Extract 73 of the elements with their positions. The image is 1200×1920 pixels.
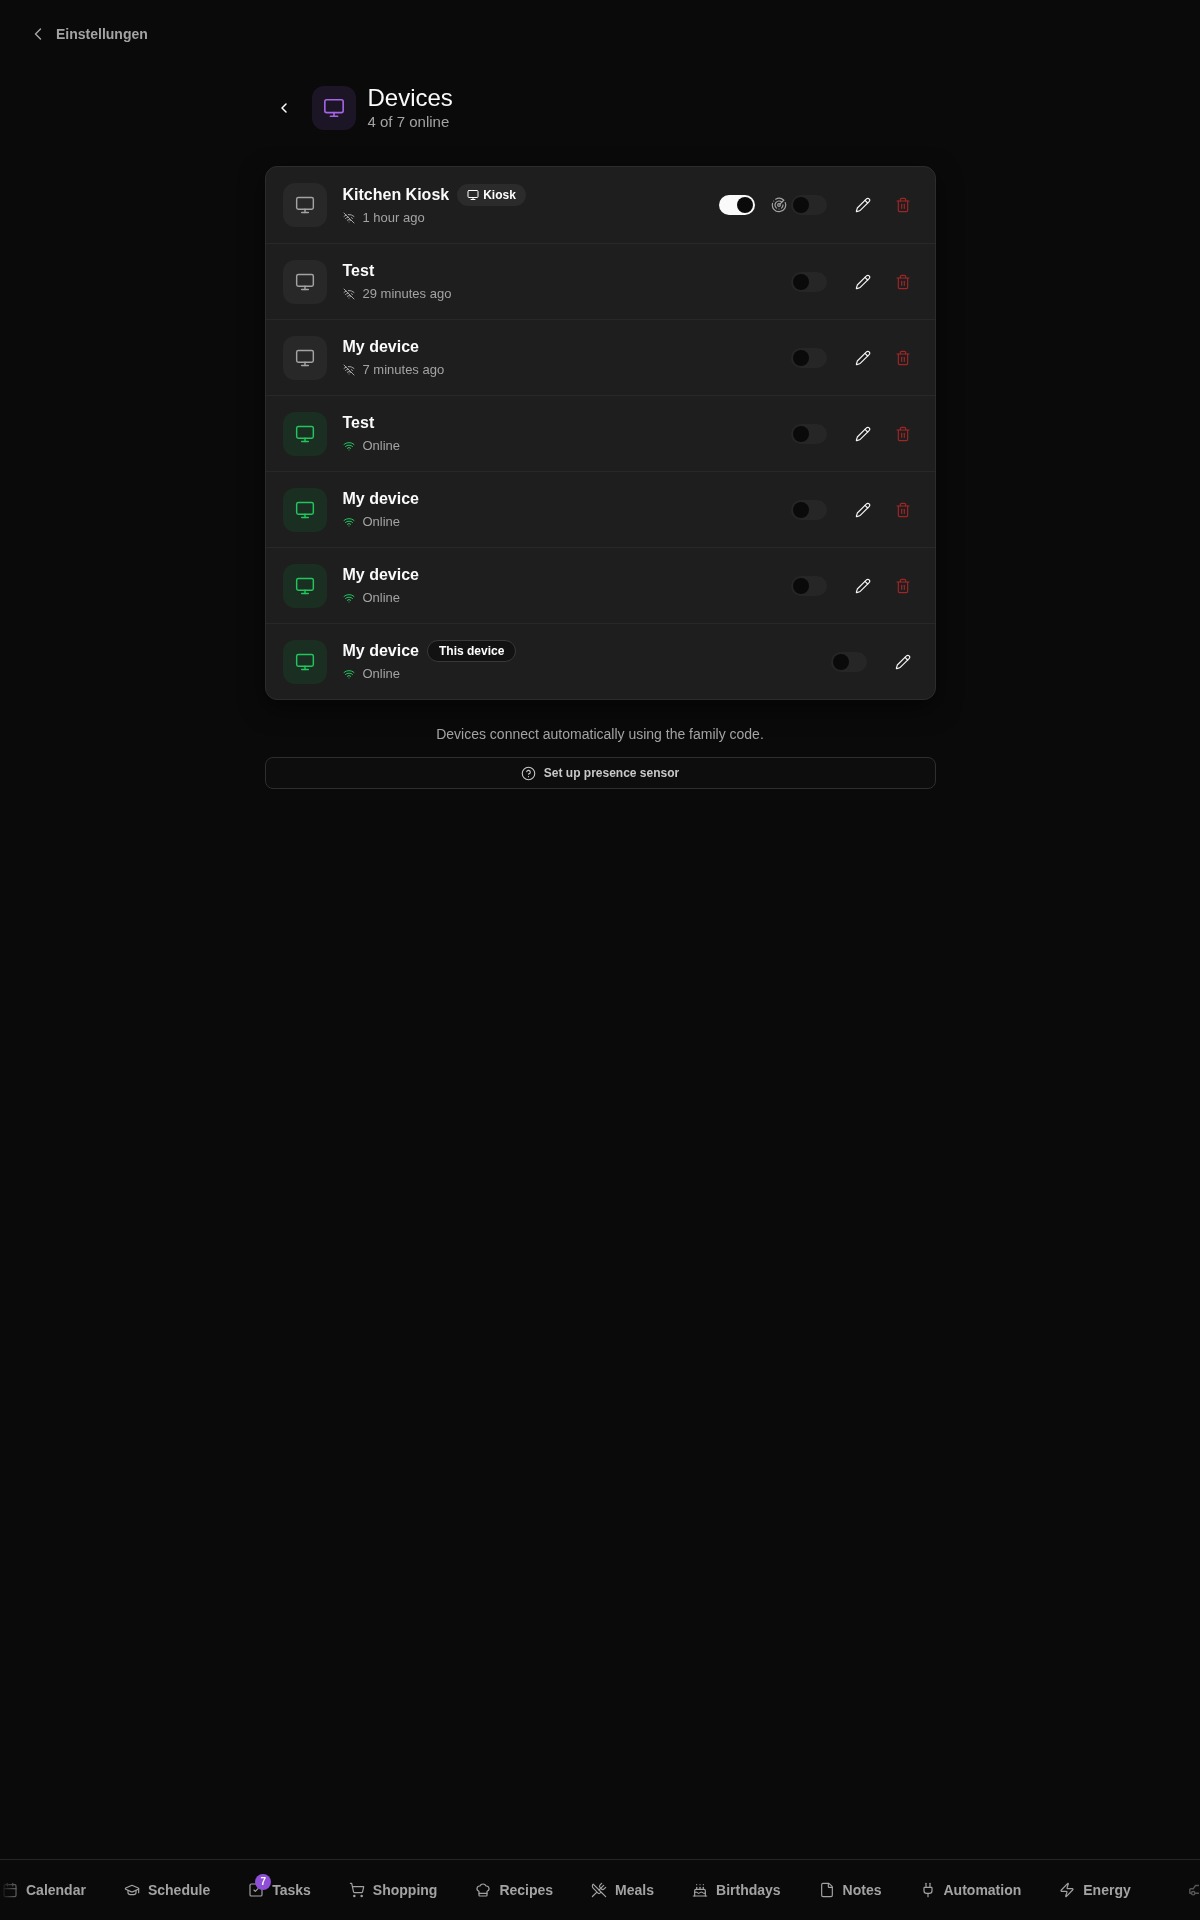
device-status: Online bbox=[362, 437, 401, 455]
nav-item[interactable]: Recipes bbox=[475, 1874, 554, 1906]
wifi-icon bbox=[342, 668, 355, 680]
device-name: My device bbox=[342, 641, 419, 661]
tag-label: Kiosk bbox=[483, 186, 516, 203]
crossed-utensils-icon bbox=[591, 1882, 608, 1898]
wifi-off-icon bbox=[342, 364, 355, 376]
device-status: Online bbox=[362, 665, 401, 683]
monitor-icon bbox=[311, 86, 356, 130]
device-name: My device bbox=[342, 565, 419, 585]
nav-item[interactable]: Notes bbox=[818, 1874, 882, 1906]
car-icon bbox=[1189, 1883, 1199, 1897]
wifi-icon bbox=[342, 516, 355, 528]
nav-item[interactable]: Birthdays bbox=[692, 1874, 781, 1906]
toggle-switch[interactable] bbox=[790, 423, 827, 444]
device-name: My device bbox=[342, 489, 419, 509]
back-link[interactable]: Einstellungen bbox=[28, 20, 148, 48]
help-icon bbox=[520, 765, 536, 781]
presence-sensor-button[interactable]: Set up presence sensor bbox=[264, 757, 936, 789]
toggle-switch[interactable] bbox=[790, 499, 827, 520]
toggle-switch[interactable] bbox=[790, 575, 827, 596]
nav-item[interactable]: Calendar bbox=[2, 1874, 86, 1906]
toggle-switch[interactable] bbox=[790, 195, 827, 215]
trash-icon bbox=[894, 197, 911, 213]
calendar-icon bbox=[2, 1882, 18, 1898]
toggle-switch[interactable] bbox=[718, 195, 755, 215]
page-subtitle: 4 of 7 online bbox=[367, 112, 451, 132]
pencil-icon bbox=[854, 197, 871, 213]
pencil-icon bbox=[854, 349, 871, 366]
device-name: Kitchen Kiosk bbox=[342, 184, 450, 205]
pencil-icon bbox=[854, 425, 871, 442]
device-name: Test bbox=[342, 261, 375, 281]
wifi-off-icon bbox=[342, 288, 355, 300]
chef-hat-icon bbox=[475, 1882, 492, 1898]
device-status: 7 minutes ago bbox=[362, 361, 445, 379]
page-title: Devices bbox=[367, 84, 453, 112]
trash-icon bbox=[894, 425, 911, 442]
nav-item[interactable]: Automation bbox=[919, 1874, 1022, 1906]
wifi-icon bbox=[342, 440, 355, 452]
wifi-icon bbox=[342, 592, 355, 604]
shopping-cart-icon bbox=[348, 1882, 365, 1898]
radar-icon bbox=[770, 197, 787, 213]
trash-icon bbox=[894, 273, 911, 290]
pencil-icon bbox=[854, 501, 871, 518]
nav-item[interactable]: Energy bbox=[1059, 1874, 1131, 1906]
pencil-icon bbox=[854, 577, 871, 594]
device-status: 29 minutes ago bbox=[362, 285, 452, 303]
monitor-icon bbox=[467, 188, 480, 201]
wifi-off-icon bbox=[342, 211, 355, 224]
device-status: Online bbox=[362, 589, 401, 607]
nav-item[interactable]: 7 Tasks bbox=[248, 1874, 311, 1906]
pencil-icon bbox=[854, 273, 871, 290]
graduation-cap-icon bbox=[123, 1882, 140, 1898]
nav-item[interactable]: Schedule bbox=[123, 1874, 211, 1906]
trash-icon bbox=[894, 349, 911, 366]
lightning-icon bbox=[1059, 1882, 1076, 1898]
device-status: Online bbox=[362, 513, 401, 531]
device-name: My device bbox=[342, 337, 419, 357]
trash-icon bbox=[894, 577, 911, 594]
device-name: Test bbox=[342, 413, 375, 433]
toggle-switch[interactable] bbox=[790, 347, 827, 368]
document-icon bbox=[818, 1882, 835, 1898]
info-text: Devices connect automatically using the family code. bbox=[435, 725, 765, 744]
count-badge: 7 bbox=[255, 1874, 272, 1890]
cake-icon bbox=[692, 1882, 708, 1898]
this-device-tag: This device bbox=[427, 640, 517, 662]
trash-icon bbox=[894, 501, 911, 518]
nav-item[interactable]: Meals bbox=[591, 1874, 654, 1906]
nav-item[interactable]: Shopping bbox=[348, 1874, 438, 1906]
toggle-switch[interactable] bbox=[790, 271, 827, 292]
toggle-switch[interactable] bbox=[830, 651, 867, 672]
device-status: 1 hour ago bbox=[362, 208, 425, 227]
pencil-icon bbox=[894, 653, 911, 670]
